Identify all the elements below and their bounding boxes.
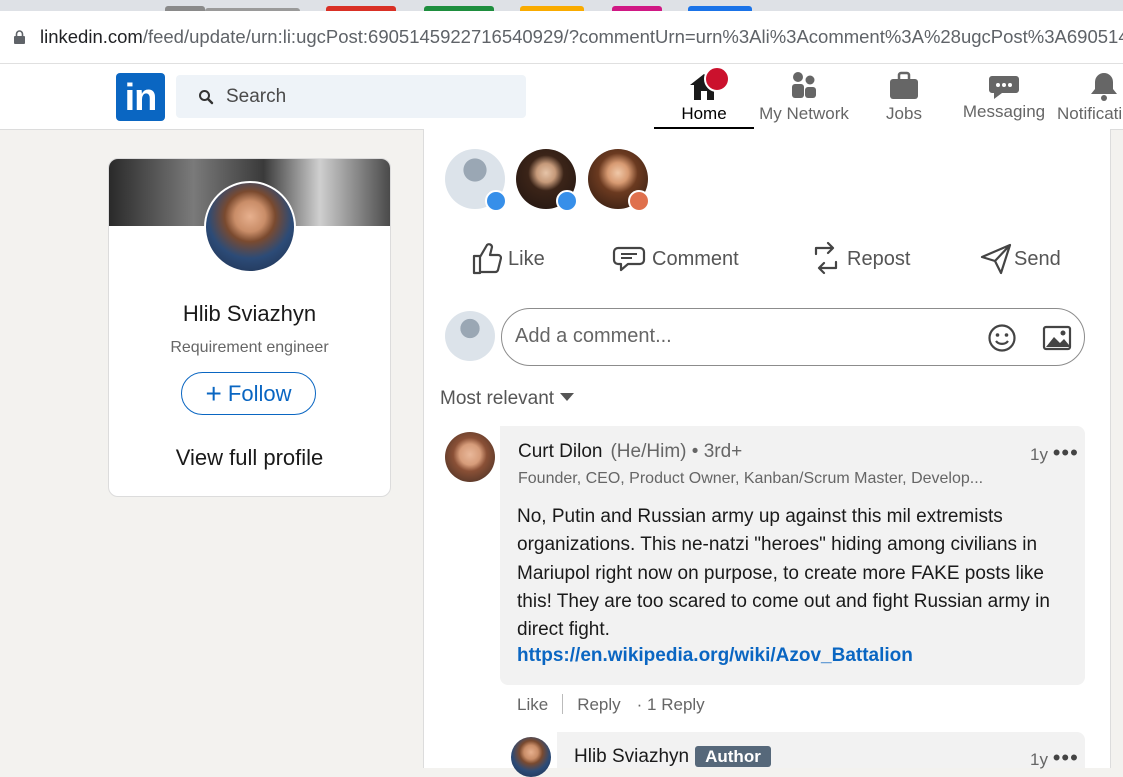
more-options-icon[interactable]: ••• xyxy=(1053,745,1079,770)
like-reaction-icon xyxy=(485,190,507,212)
url-path: /feed/update/urn:li:ugcPost:690514592271… xyxy=(142,26,1123,47)
nav-home-label: Home xyxy=(681,104,727,123)
reply-author[interactable]: Hlib Sviazhyn Author xyxy=(574,746,771,768)
comment-timestamp: 1y xyxy=(1030,445,1048,464)
view-full-profile-link[interactable]: View full profile xyxy=(109,445,390,471)
reply-time: 1y ••• xyxy=(1030,745,1079,771)
profile-name[interactable]: Hlib Sviazhyn xyxy=(109,301,390,327)
briefcase-icon xyxy=(890,71,918,99)
search-placeholder: Search xyxy=(226,86,287,107)
nav-notifications-label: Notificati xyxy=(1057,104,1123,123)
repost-icon xyxy=(814,241,838,275)
divider xyxy=(562,694,564,714)
current-user-avatar[interactable] xyxy=(445,311,495,361)
comment-link[interactable]: https://en.wikipedia.org/wiki/Azov_Batta… xyxy=(517,645,913,667)
send-label: Send xyxy=(1014,248,1061,270)
thumbs-up-icon xyxy=(472,243,502,275)
comment-author[interactable]: Curt Dilon (He/Him) • 3rd+ xyxy=(518,441,742,463)
people-icon xyxy=(792,72,816,98)
comment-label: Comment xyxy=(652,248,739,270)
url-host: linkedin.com xyxy=(40,26,143,47)
comment-input[interactable]: Add a comment... xyxy=(501,308,1085,366)
nav-messaging[interactable]: Messaging xyxy=(954,66,1054,128)
follow-label: Follow xyxy=(227,381,292,406)
more-options-icon[interactable]: ••• xyxy=(1053,440,1079,465)
comment-actions: Like Reply · 1 Reply xyxy=(517,694,705,715)
nav-home[interactable]: Home xyxy=(654,66,754,129)
nav-jobs[interactable]: Jobs xyxy=(854,66,954,128)
like-reaction-icon xyxy=(556,190,578,212)
like-label: Like xyxy=(508,248,545,270)
connection-degree: • 3rd+ xyxy=(691,441,743,462)
author-headline: Founder, CEO, Product Owner, Kanban/Scru… xyxy=(518,470,984,487)
reply-author-avatar[interactable] xyxy=(511,737,551,777)
profile-card: Hlib Sviazhyn Requirement engineer + Foll… xyxy=(108,158,391,497)
author-badge: Author xyxy=(695,746,771,767)
nav-notifications[interactable]: Notificati xyxy=(1054,66,1123,128)
comment-reply-button[interactable]: Reply xyxy=(577,695,620,714)
emoji-icon[interactable] xyxy=(987,323,1017,353)
comment-placeholder: Add a comment... xyxy=(515,325,672,347)
author-name[interactable]: Curt Dilon xyxy=(518,441,602,462)
sort-dropdown[interactable]: Most relevant xyxy=(440,388,575,410)
lock-icon xyxy=(14,30,25,44)
love-reaction-icon xyxy=(628,190,650,212)
send-button[interactable]: Send xyxy=(980,240,1070,280)
profile-title: Requirement engineer xyxy=(170,339,329,356)
comment-icon xyxy=(612,246,646,272)
repost-button[interactable]: Repost xyxy=(810,240,920,280)
author-name[interactable]: Hlib Sviazhyn xyxy=(574,746,689,767)
messaging-icon xyxy=(989,76,1019,99)
follow-button[interactable]: + Follow xyxy=(181,372,316,415)
avatar[interactable] xyxy=(204,181,296,273)
browser-tab-strip xyxy=(0,0,1123,11)
search-input[interactable]: Search xyxy=(176,75,526,118)
comment-time: 1y ••• xyxy=(1030,440,1079,466)
image-icon[interactable] xyxy=(1042,324,1072,352)
url-text[interactable]: linkedin.com/feed/update/urn:li:ugcPost:… xyxy=(40,26,1123,48)
like-button[interactable]: Like xyxy=(470,240,580,280)
comment-text: No, Putin and Russian army up against th… xyxy=(517,506,1050,641)
nav-jobs-label: Jobs xyxy=(886,104,922,123)
repost-label: Repost xyxy=(847,248,911,270)
commenter-avatar[interactable] xyxy=(445,432,495,482)
nav-my-network[interactable]: My Network xyxy=(754,66,854,128)
bell-icon xyxy=(1091,73,1117,101)
comment-like-button[interactable]: Like xyxy=(517,695,548,714)
plus-icon: + xyxy=(205,378,222,409)
notification-dot xyxy=(704,66,730,92)
search-icon xyxy=(199,90,214,105)
sort-label: Most relevant xyxy=(440,388,555,409)
nav-messaging-label: Messaging xyxy=(962,102,1046,121)
reply-timestamp: 1y xyxy=(1030,750,1048,769)
reply-count-link[interactable]: · 1 Reply xyxy=(637,695,705,714)
linkedin-logo-icon[interactable]: in xyxy=(116,73,165,121)
comment-button[interactable]: Comment xyxy=(612,240,752,280)
author-pronouns: (He/Him) xyxy=(610,441,687,462)
send-icon xyxy=(980,243,1012,275)
nav-my-network-label: My Network xyxy=(759,104,849,123)
caret-down-icon xyxy=(560,393,575,401)
